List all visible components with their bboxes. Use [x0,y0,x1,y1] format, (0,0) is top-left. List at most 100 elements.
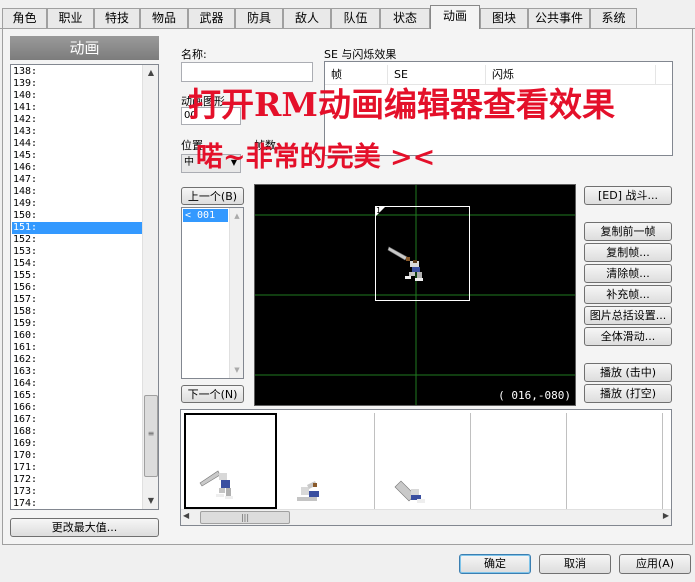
position-value: 中 [184,157,194,168]
list-item[interactable]: 163: [12,366,142,378]
palette-cell[interactable] [279,413,375,509]
tab-armors[interactable]: 防具 [235,8,283,28]
tab-items[interactable]: 物品 [140,8,188,28]
list-item[interactable]: 144: [12,138,142,150]
frame-list[interactable]: < 001 ▲ ▼ [181,207,244,379]
animation-list[interactable]: 138: 139: 140: 141: 142: 143: 144: 145: 146: 147:… [10,64,159,510]
list-item[interactable]: 156: [12,282,142,294]
list-item[interactable]: 168: [12,426,142,438]
scrollbar-thumb[interactable]: ||| [200,511,290,524]
cancel-button[interactable]: 取消 [539,554,611,574]
shift-all-button[interactable]: 全体滑动... [584,327,672,346]
apply-button[interactable]: 应用(A) [619,554,691,574]
list-item[interactable]: 154: [12,258,142,270]
clear-frame-button[interactable]: 清除帧... [584,264,672,283]
list-item[interactable]: 173: [12,486,142,498]
list-item[interactable]: 141: [12,102,142,114]
list-item[interactable]: 139: [12,78,142,90]
list-item[interactable]: 169: [12,438,142,450]
scroll-right-icon[interactable]: ▶ [663,511,669,520]
tab-weapons[interactable]: 武器 [188,8,235,28]
list-item[interactable]: 142: [12,114,142,126]
list-item[interactable]: 170: [12,450,142,462]
list-item[interactable]: 152: [12,234,142,246]
list-item[interactable]: 159: [12,318,142,330]
scrollbar-thumb[interactable]: ≡ [144,395,158,477]
prev-frame-button[interactable]: 上一个(B) [181,187,244,205]
list-item[interactable]: 150: [12,210,142,222]
se-table-title: SE 与闪烁效果 [324,48,397,61]
list-item[interactable]: 149: [12,198,142,210]
name-field[interactable] [181,62,313,82]
list-header: 动画 [10,36,159,60]
list-item[interactable]: 145: [12,150,142,162]
next-frame-button[interactable]: 下一个(N) [181,385,244,403]
tab-animations[interactable]: 动画 [430,5,480,29]
list-item[interactable]: 166: [12,402,142,414]
sprite-image [394,480,425,503]
list-item[interactable]: 148: [12,186,142,198]
canvas-grid [255,185,575,405]
se-col-se[interactable]: SE [388,65,486,85]
list-item[interactable]: 174: [12,498,142,509]
palette-cell[interactable] [375,413,471,509]
list-item[interactable]: 153: [12,246,142,258]
change-max-button[interactable]: 更改最大值... [10,518,159,537]
tab-skills[interactable]: 特技 [94,8,140,28]
scroll-up-icon[interactable]: ▲ [143,65,158,81]
list-item[interactable]: 146: [12,162,142,174]
sprite-image [199,470,233,499]
list-item[interactable]: 165: [12,390,142,402]
palette-cell[interactable] [567,413,663,509]
list-item[interactable]: 147: [12,174,142,186]
se-col-flash[interactable]: 闪烁 [486,65,656,85]
list-item[interactable]: 160: [12,330,142,342]
list-item[interactable]: 171: [12,462,142,474]
list-item[interactable]: 172: [12,474,142,486]
tab-troops[interactable]: 队伍 [331,8,380,28]
list-scrollbar[interactable]: ▲ ≡ ▼ [142,65,158,509]
tab-system[interactable]: 系统 [590,8,637,28]
tab-actors[interactable]: 角色 [2,8,47,28]
se-col-frame[interactable]: 帧 [325,65,388,85]
ok-button[interactable]: 确定 [459,554,531,574]
frame-list-scrollbar[interactable]: ▲ ▼ [229,208,243,378]
list-item[interactable]: 162: [12,354,142,366]
tab-common-events[interactable]: 公共事件 [528,8,590,28]
tab-tilesets[interactable]: 图块 [480,8,528,28]
scroll-up-icon[interactable]: ▲ [230,208,244,224]
palette-cell[interactable] [184,413,277,509]
list-item[interactable]: 167: [12,414,142,426]
scroll-left-icon[interactable]: ◀ [183,511,189,520]
scroll-down-icon[interactable]: ▼ [143,493,158,509]
cell-number: 1 [376,206,382,215]
tab-enemies[interactable]: 敌人 [283,8,331,28]
palette-cell[interactable] [471,413,567,509]
scroll-down-icon[interactable]: ▼ [230,362,244,378]
batch-picture-settings-button[interactable]: 图片总括设置... [584,306,672,325]
tab-states[interactable]: 状态 [380,8,430,28]
list-item[interactable]: 143: [12,126,142,138]
play-hit-button[interactable]: 播放 (击中) [584,363,672,382]
copy-previous-frame-button[interactable]: 复制前一帧 [584,222,672,241]
animation-canvas[interactable]: 1 ( 016,-080) [254,184,576,406]
coords-readout: ( 016,-080) [498,389,571,402]
play-miss-button[interactable]: 播放 (打空) [584,384,672,403]
tab-classes[interactable]: 职业 [47,8,94,28]
se-table-header: 帧 SE 闪烁 [325,65,672,85]
list-item[interactable]: 151: [12,222,142,234]
battler-edit-button[interactable]: [ED] 战斗... [584,186,672,205]
list-item[interactable]: 164: [12,378,142,390]
frame-list-item[interactable]: < 001 [183,209,228,222]
list-item[interactable]: 140: [12,90,142,102]
list-item[interactable]: 158: [12,306,142,318]
overlay-caption-line2: 喏~非常的完美 >< [196,142,436,173]
list-item[interactable]: 155: [12,270,142,282]
palette-scrollbar[interactable]: ◀ ||| ▶ [181,509,671,525]
cell-palette[interactable]: ◀ ||| ▶ [180,409,672,526]
list-item[interactable]: 138: [12,66,142,78]
copy-frame-button[interactable]: 复制帧... [584,243,672,262]
list-item[interactable]: 161: [12,342,142,354]
tween-frame-button[interactable]: 补充帧... [584,285,672,304]
list-item[interactable]: 157: [12,294,142,306]
